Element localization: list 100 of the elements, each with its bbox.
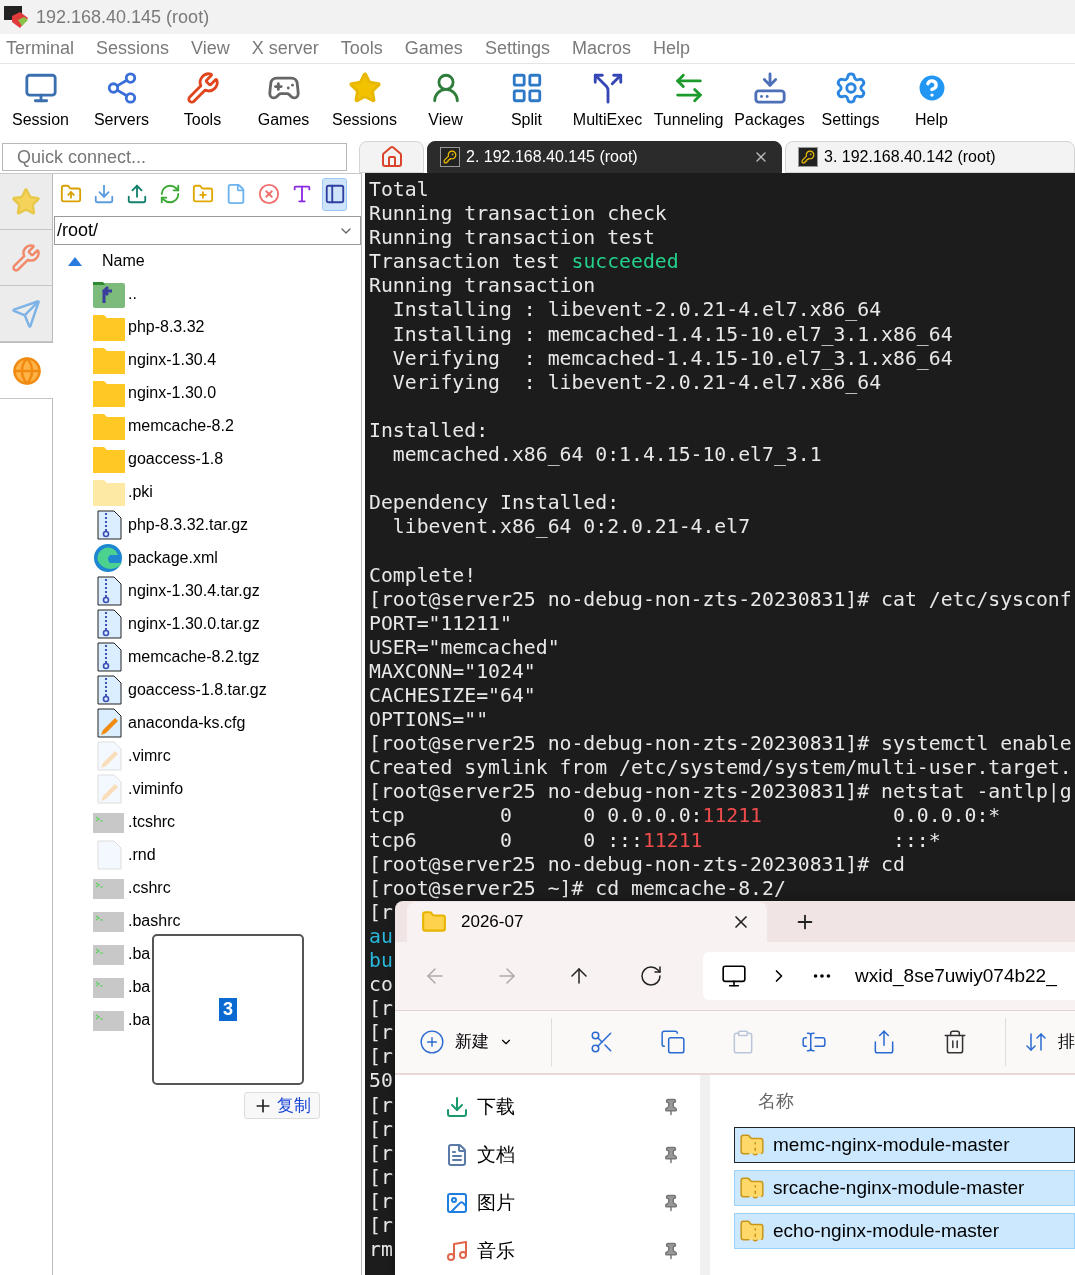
toolbar-button[interactable]: Help [891,66,972,134]
session-tab[interactable]: 3. 192.168.40.142 (root) [785,141,1075,173]
toolbar-button[interactable]: Games [243,66,324,134]
file-name[interactable]: .tcshrc [128,812,176,831]
toolbar-button[interactable]: Session [0,66,81,134]
pin-icon[interactable] [662,1098,680,1116]
file-name[interactable]: .bashrc [128,911,181,930]
menu-item[interactable]: Settings [484,38,550,59]
file-name[interactable]: .ba [128,977,151,996]
toolbar-button[interactable]: Tools [162,66,243,134]
file-name[interactable]: goaccess-1.8 [128,449,224,468]
file-name[interactable]: nginx-1.30.4 [128,350,217,369]
toolbar-button[interactable]: Sessions [324,66,405,134]
trash-icon [941,1029,968,1055]
file-name[interactable]: .. [128,284,137,303]
music-icon [445,1239,469,1263]
wrench-icon [185,71,220,105]
new-button[interactable]: 新建 [419,1029,533,1055]
file-row[interactable]: srcache-nginx-module-master [734,1170,1075,1206]
star-icon [347,71,382,105]
quick-access-item[interactable]: 图片 [477,1190,654,1216]
terminal-line: 50 [369,1069,393,1094]
terminal-line: Installed: [369,418,489,444]
terminal-line: co [369,973,393,998]
terminal-line: USER="memcached" [369,635,560,660]
file-name[interactable]: nginx-1.30.0 [128,383,217,402]
quick-access-item[interactable]: 文档 [477,1142,654,1168]
terminal-line: PORT="11211" [369,611,512,636]
terminal-line: OPTIONS="" [369,708,489,733]
file-row[interactable]: memc-nginx-module-master [734,1127,1075,1163]
terminal-line: [r [369,1045,393,1070]
file-name[interactable]: php-8.3.32.tar.gz [128,515,249,534]
file-name[interactable]: .vimrc [128,746,171,765]
menu-item[interactable]: X server [251,38,319,59]
home-tab[interactable] [359,141,424,173]
toolbar-button[interactable]: Servers [81,66,162,134]
file-toolbar-button[interactable] [322,177,347,211]
session-tab[interactable]: 2. 192.168.40.145 (root) [427,141,782,173]
toolbar-button[interactable]: Settings [810,66,891,134]
pin-icon[interactable] [662,1146,680,1164]
toolbar-button[interactable]: Split [486,66,567,134]
file-name[interactable]: .rnd [128,845,156,864]
file-name[interactable]: memcache-8.2 [128,416,234,435]
toolbar-button[interactable]: Tunneling [648,66,729,134]
file-name[interactable]: .ba [128,1010,151,1029]
toolbar-button[interactable]: Packages [729,66,810,134]
sort-button[interactable]: 排 [1023,1030,1075,1054]
file-name[interactable]: php-8.3.32 [128,317,205,336]
toolbar-button[interactable]: View [405,66,486,134]
key-icon [440,147,460,167]
menu-item[interactable]: Sessions [96,38,170,59]
file-name[interactable]: package.xml [128,548,218,567]
column-header[interactable]: 名称 [734,1075,1075,1127]
file-name[interactable]: goaccess-1.8.tar.gz [128,680,267,699]
file-name[interactable]: nginx-1.30.4.tar.gz [128,581,260,600]
file-name[interactable]: memcache-8.2.tgz [128,647,260,666]
terminal-line: Created symlink from /etc/systemd/system/multi-user.target. [369,756,1072,781]
download-icon [445,1095,469,1119]
terminal-line: Verifying : libevent-2.0.21-4.el7.x86_64 [391,370,882,395]
copy-button[interactable]: 复制 [244,1092,320,1119]
quick-access-item[interactable]: 下载 [477,1094,654,1120]
path-dropdown[interactable]: /root/ [54,216,361,245]
monitor-icon [721,963,747,990]
menu-item[interactable]: Help [652,38,690,59]
pin-icon[interactable] [662,1242,680,1260]
menu-item[interactable]: Terminal [6,38,75,59]
terminal-line: Dependency Installed: [369,491,620,516]
side-tab[interactable] [0,342,53,399]
terminal-line: [r [369,1117,393,1142]
file-name[interactable]: .viminfo [128,779,184,798]
plus-circle-icon [419,1029,445,1055]
file-row[interactable]: echo-nginx-module-master [734,1213,1075,1249]
file-name[interactable]: anaconda-ks.cfg [128,713,246,732]
terminal-line: [r [369,1021,393,1046]
file-name[interactable]: .pki [128,482,153,501]
terminal-line: Complete! [369,563,477,588]
document-icon [445,1143,469,1167]
menu-item[interactable]: Tools [340,38,383,59]
terminal-line: Installing : libevent-2.0.21-4.el7.x86_64 [391,298,882,323]
terminal-line: Running transaction [369,274,596,299]
quick-access-item[interactable]: 音乐 [477,1238,654,1264]
folder-up-icon [59,183,82,205]
pin-icon[interactable] [662,1194,680,1212]
file-name[interactable]: nginx-1.30.0.tar.gz [128,614,260,633]
menu-item[interactable]: View [191,38,230,59]
terminal-line: Transaction test succeeded [369,250,679,275]
menu-item[interactable]: Macros [571,38,631,59]
terminal-line: Running transaction test [369,226,655,251]
address-bar[interactable]: wxid_8se7uwiy074b22_ [703,952,1075,1001]
delete-icon [257,183,280,205]
file-name[interactable]: .ba [128,944,151,963]
toolbar-button[interactable]: MultiExec [567,66,648,134]
column-header[interactable]: Name [102,252,145,270]
app-logo-icon [4,6,28,28]
zip-folder-icon [739,1218,765,1244]
menu-item[interactable]: Games [404,38,463,59]
quick-connect-field[interactable]: Quick connect... [2,143,347,171]
folder-tab[interactable]: 2026-07 [407,902,767,943]
terminal-line: libevent.x86_64 0:2.0.21-4.el7 [391,515,751,540]
file-name[interactable]: .cshrc [128,878,171,897]
